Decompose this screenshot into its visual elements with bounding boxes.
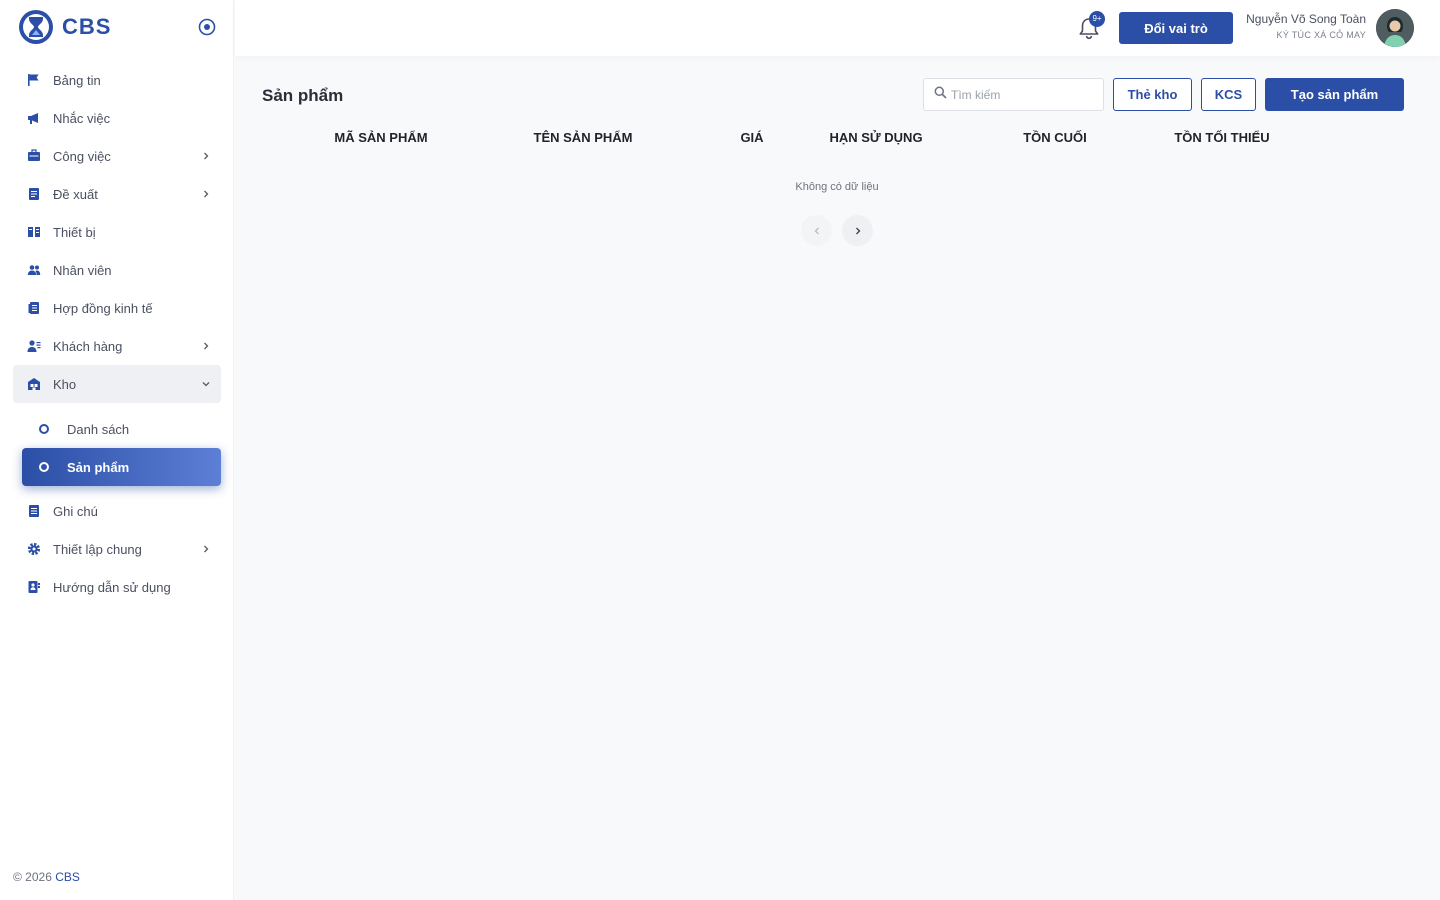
sidebar-item-label: Thiết bị [53, 224, 96, 240]
avatar[interactable] [1376, 9, 1414, 47]
copyright-text: © 2026 [13, 870, 56, 884]
sidebar-item-label: Ghi chú [53, 503, 98, 519]
empty-state-text: Không có dữ liệu [795, 181, 879, 193]
sidebar-item-kho[interactable]: Kho [13, 365, 221, 403]
sidebar-item-de-xuat[interactable]: Đề xuất [13, 175, 221, 213]
circle-bullet-icon [39, 462, 49, 472]
table-header: MÃ SẢN PHẨM TÊN SẢN PHẨM GIÁ HẠN SỬ DỤNG… [262, 130, 1404, 150]
chevron-left-icon [813, 222, 821, 240]
devices-icon [26, 224, 42, 240]
switch-role-button[interactable]: Đổi vai trò [1119, 12, 1233, 44]
sidebar-toggle-icon[interactable] [196, 16, 218, 38]
guide-icon [26, 579, 42, 595]
user-info[interactable]: Nguyễn Võ Song Toàn KÝ TÚC XÁ CỎ MAY [1246, 12, 1366, 40]
notification-badge: 9+ [1089, 11, 1105, 27]
note-icon [26, 503, 42, 519]
user-organization: KÝ TÚC XÁ CỎ MAY [1276, 30, 1366, 40]
chevron-right-icon [854, 222, 862, 240]
brand[interactable]: CBS [18, 9, 111, 45]
column-header[interactable]: GIÁ [740, 130, 763, 145]
sidebar-item-ghi-chu[interactable]: Ghi chú [13, 492, 221, 530]
sidebar-subitem-san-pham[interactable]: Sản phẩm [22, 448, 221, 486]
page-title: Sản phẩm [262, 86, 344, 105]
brand-name: CBS [62, 14, 112, 39]
sidebar-subitem-danh-sach[interactable]: Danh sách [22, 410, 221, 448]
warehouse-icon [26, 376, 42, 392]
user-name: Nguyễn Võ Song Toàn [1246, 12, 1366, 26]
circle-bullet-icon [39, 424, 49, 434]
gear-icon [26, 541, 42, 557]
sidebar-item-huong-dan-su-dung[interactable]: Hướng dẫn sử dụng [13, 568, 221, 606]
sidebar-item-bang-tin[interactable]: Bảng tin [13, 61, 221, 99]
pagination-prev-button[interactable] [801, 215, 832, 246]
megaphone-icon [26, 110, 42, 126]
chevron-down-icon [199, 377, 213, 391]
sidebar-item-label: Bảng tin [53, 72, 101, 88]
customer-icon [26, 338, 42, 354]
search-icon [934, 86, 947, 104]
people-icon [26, 262, 42, 278]
copyright-brand-link[interactable]: CBS [55, 870, 80, 884]
sidebar-subitem-label: Danh sách [67, 421, 130, 437]
sidebar-item-nhan-vien[interactable]: Nhân viên [13, 251, 221, 289]
column-header[interactable]: MÃ SẢN PHẨM [334, 130, 427, 145]
sidebar-item-label: Công việc [53, 148, 111, 164]
sidebar-subitem-label: Sản phẩm [67, 459, 130, 475]
chevron-right-icon [199, 149, 213, 163]
create-product-button[interactable]: Tạo sản phẩm [1265, 78, 1404, 111]
sidebar-item-label: Nhân viên [53, 262, 112, 278]
column-header[interactable]: TỒN CUỐI [1023, 130, 1087, 145]
chevron-right-icon [199, 339, 213, 353]
sidebar-item-khach-hang[interactable]: Khách hàng [13, 327, 221, 365]
sidebar-item-thiet-bi[interactable]: Thiết bị [13, 213, 221, 251]
sidebar-item-nhac-viec[interactable]: Nhắc việc [13, 99, 221, 137]
search-box[interactable] [923, 78, 1104, 111]
contract-icon [26, 300, 42, 316]
sidebar-item-hop-dong-kinh-te[interactable]: Hợp đồng kinh tế [13, 289, 221, 327]
sidebar-menu: Bảng tin Nhắc việc Công việc Đề xuất Thi… [0, 61, 234, 606]
copyright-footer: © 2026 CBS [13, 870, 80, 884]
column-header[interactable]: TỒN TỐI THIỂU [1174, 130, 1269, 145]
sidebar-item-label: Đề xuất [53, 186, 98, 202]
sidebar-item-label: Kho [53, 376, 77, 392]
sidebar-item-label: Khách hàng [53, 338, 123, 354]
cbs-logo-icon [18, 9, 54, 45]
sidebar: CBS Bảng tin Nhắc việc Công việc Đề xuất… [0, 0, 234, 900]
column-header[interactable]: HẠN SỬ DỤNG [829, 130, 922, 145]
stock-card-button[interactable]: Thẻ kho [1113, 78, 1192, 111]
chevron-right-icon [199, 187, 213, 201]
sidebar-item-cong-viec[interactable]: Công việc [13, 137, 221, 175]
top-header: 9+ Đổi vai trò Nguyễn Võ Song Toàn KÝ TÚ… [235, 0, 1440, 56]
column-header[interactable]: TÊN SẢN PHẨM [534, 130, 633, 145]
document-list-icon [26, 186, 42, 202]
kcs-button[interactable]: KCS [1201, 78, 1256, 111]
flag-icon [26, 72, 42, 88]
sidebar-item-label: Nhắc việc [53, 110, 111, 126]
pagination-next-button[interactable] [842, 215, 873, 246]
sidebar-item-label: Thiết lập chung [53, 541, 142, 557]
chevron-right-icon [199, 542, 213, 556]
search-input[interactable] [951, 87, 1091, 102]
briefcase-icon [26, 148, 42, 164]
sidebar-item-label: Hướng dẫn sử dụng [53, 579, 171, 595]
sidebar-item-label: Hợp đồng kinh tế [53, 300, 153, 316]
sidebar-item-thiet-lap-chung[interactable]: Thiết lập chung [13, 530, 221, 568]
